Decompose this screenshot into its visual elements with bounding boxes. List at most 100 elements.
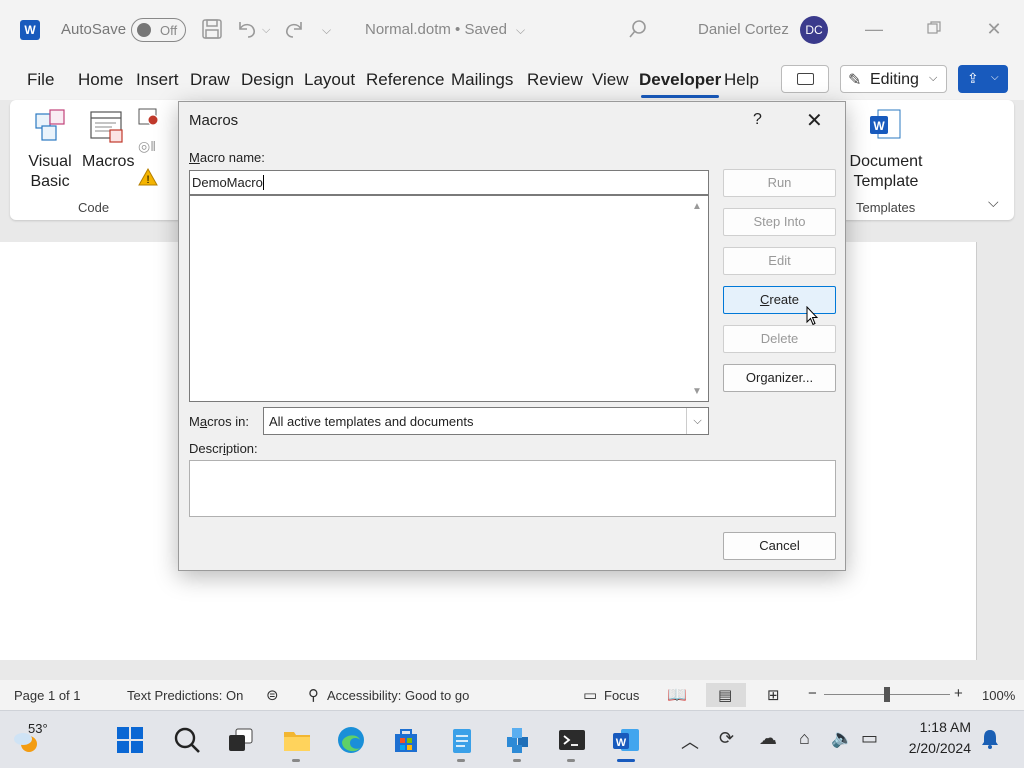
collapse-ribbon-icon[interactable]: ⌵ (988, 194, 999, 211)
scroll-up-icon[interactable]: ▲ (692, 201, 702, 212)
pause-recording-icon[interactable]: ◎‖ (138, 138, 156, 155)
restore-icon[interactable] (922, 17, 946, 41)
tab-design[interactable]: Design (241, 70, 294, 90)
tab-developer[interactable]: Developer (639, 70, 721, 98)
help-icon[interactable]: ? (753, 111, 762, 129)
redo-icon[interactable] (283, 18, 307, 42)
dialog-title: Macros (189, 112, 239, 129)
weather-temperature[interactable]: 53° (28, 721, 48, 736)
tab-layout[interactable]: Layout (304, 70, 355, 90)
save-icon[interactable] (201, 18, 223, 42)
tab-review[interactable]: Review (527, 70, 583, 90)
title-bar: W AutoSave Off ⌵ ⌵ Normal.dotm • Saved ⌵… (0, 0, 1024, 60)
macro-security-icon[interactable]: ! (138, 167, 158, 189)
zoom-out-icon[interactable]: − (808, 685, 817, 702)
share-button[interactable]: ⇪ ⌵ (958, 65, 1008, 93)
step-into-button[interactable]: Step Into (723, 208, 836, 236)
chevron-down-icon: ⌵ (991, 72, 999, 83)
text-predictions-status[interactable]: Text Predictions: On (127, 688, 243, 703)
minimize-icon[interactable]: — (862, 17, 886, 41)
terminal-icon[interactable] (557, 725, 587, 755)
scroll-down-icon[interactable]: ▼ (692, 386, 702, 397)
onedrive-icon[interactable]: ☁ (759, 728, 777, 749)
start-icon[interactable] (115, 725, 145, 755)
zoom-in-icon[interactable]: + (954, 685, 963, 702)
tab-insert[interactable]: Insert (136, 70, 179, 90)
tab-mailings[interactable]: Mailings (451, 70, 513, 90)
undo-icon[interactable] (235, 18, 259, 42)
volume-icon[interactable]: 🔈 (831, 728, 853, 749)
running-indicator (513, 759, 521, 762)
accessibility-status[interactable]: Accessibility: Good to go (327, 688, 469, 703)
close-icon[interactable]: ✕ (806, 108, 823, 133)
visual-basic-label-1: Visual (28, 153, 72, 170)
visual-basic-button[interactable]: Visual Basic (26, 106, 74, 192)
undo-dropdown-icon[interactable]: ⌵ (262, 18, 270, 42)
document-title[interactable]: Normal.dotm • Saved (365, 21, 507, 38)
code-group-label: Code (78, 200, 110, 215)
create-button[interactable]: Create (723, 286, 836, 314)
app-cubes-icon[interactable] (503, 725, 533, 755)
macro-list-scrollbar[interactable]: ▲ ▼ (688, 196, 708, 401)
text-caret (262, 175, 264, 190)
close-window-icon[interactable]: ✕ (982, 17, 1006, 41)
notification-bell-icon[interactable] (980, 728, 1000, 750)
comments-button[interactable] (781, 65, 829, 93)
page-count[interactable]: Page 1 of 1 (14, 688, 81, 703)
notepad-icon[interactable] (447, 725, 477, 755)
tab-home[interactable]: Home (78, 70, 123, 90)
clock-date[interactable]: 2/20/2024 (900, 740, 971, 756)
tab-view[interactable]: View (592, 70, 629, 90)
network-icon[interactable]: ⌂ (799, 728, 810, 749)
word-taskbar-icon[interactable]: W (611, 725, 641, 755)
comment-icon (797, 73, 814, 85)
macro-name-label: Macro name: (189, 150, 265, 165)
sync-icon[interactable]: ⟳ (719, 728, 734, 749)
customize-qat-icon[interactable]: ⌵ (322, 18, 331, 42)
tab-help[interactable]: Help (724, 70, 759, 90)
read-mode-icon[interactable]: 📖 (667, 685, 687, 705)
macros-button[interactable]: Macros (82, 106, 134, 172)
document-template-button[interactable]: W Document Template (846, 106, 926, 192)
macros-in-label: Macros in: (189, 414, 249, 429)
focus-mode-button[interactable]: Focus (604, 688, 639, 703)
organizer-button[interactable]: Organizer... (723, 364, 836, 392)
zoom-level[interactable]: 100% (982, 688, 1015, 703)
clock-time[interactable]: 1:18 AM (913, 719, 971, 735)
battery-icon[interactable]: ▭ (861, 728, 878, 749)
edit-button[interactable]: Edit (723, 247, 836, 275)
tab-draw[interactable]: Draw (190, 70, 230, 90)
user-name[interactable]: Daniel Cortez (698, 21, 789, 38)
macros-in-select[interactable]: All active templates and documents ⌵ (263, 407, 709, 435)
record-macro-icon[interactable] (138, 107, 160, 130)
file-explorer-icon[interactable] (282, 725, 312, 755)
toggle-knob (137, 23, 151, 37)
run-button[interactable]: Run (723, 169, 836, 197)
task-view-icon[interactable] (226, 725, 256, 755)
tab-reference[interactable]: Reference (366, 70, 444, 90)
macro-list[interactable]: ▲ ▼ (189, 195, 709, 402)
web-layout-icon[interactable]: ⊞ (767, 686, 780, 704)
editing-label: Editing (870, 71, 919, 88)
autosave-toggle[interactable]: Off (131, 18, 186, 42)
track-changes-icon[interactable]: ⊜ (266, 686, 279, 704)
avatar[interactable]: DC (800, 16, 828, 44)
svg-text:!: ! (146, 174, 149, 186)
delete-button[interactable]: Delete (723, 325, 836, 353)
microsoft-store-icon[interactable] (391, 725, 421, 755)
running-indicator (457, 759, 465, 762)
show-hidden-icons-icon[interactable]: ︿ (681, 728, 699, 754)
search-icon[interactable] (172, 725, 202, 755)
search-icon[interactable] (627, 18, 649, 42)
macro-name-input[interactable]: DemoMacro (189, 170, 709, 195)
edge-icon[interactable] (336, 725, 366, 755)
svg-text:W: W (873, 119, 885, 133)
zoom-slider-thumb[interactable] (884, 687, 890, 702)
word-template-icon: W (870, 109, 901, 139)
cancel-button[interactable]: Cancel (723, 532, 836, 560)
chevron-down-icon[interactable]: ⌵ (686, 408, 708, 434)
visual-basic-label-2: Basic (30, 173, 70, 190)
tab-file[interactable]: File (27, 70, 54, 90)
editing-mode-button[interactable]: ✎ Editing ⌵ (840, 65, 947, 93)
doc-title-chevron-icon[interactable]: ⌵ (516, 18, 525, 42)
